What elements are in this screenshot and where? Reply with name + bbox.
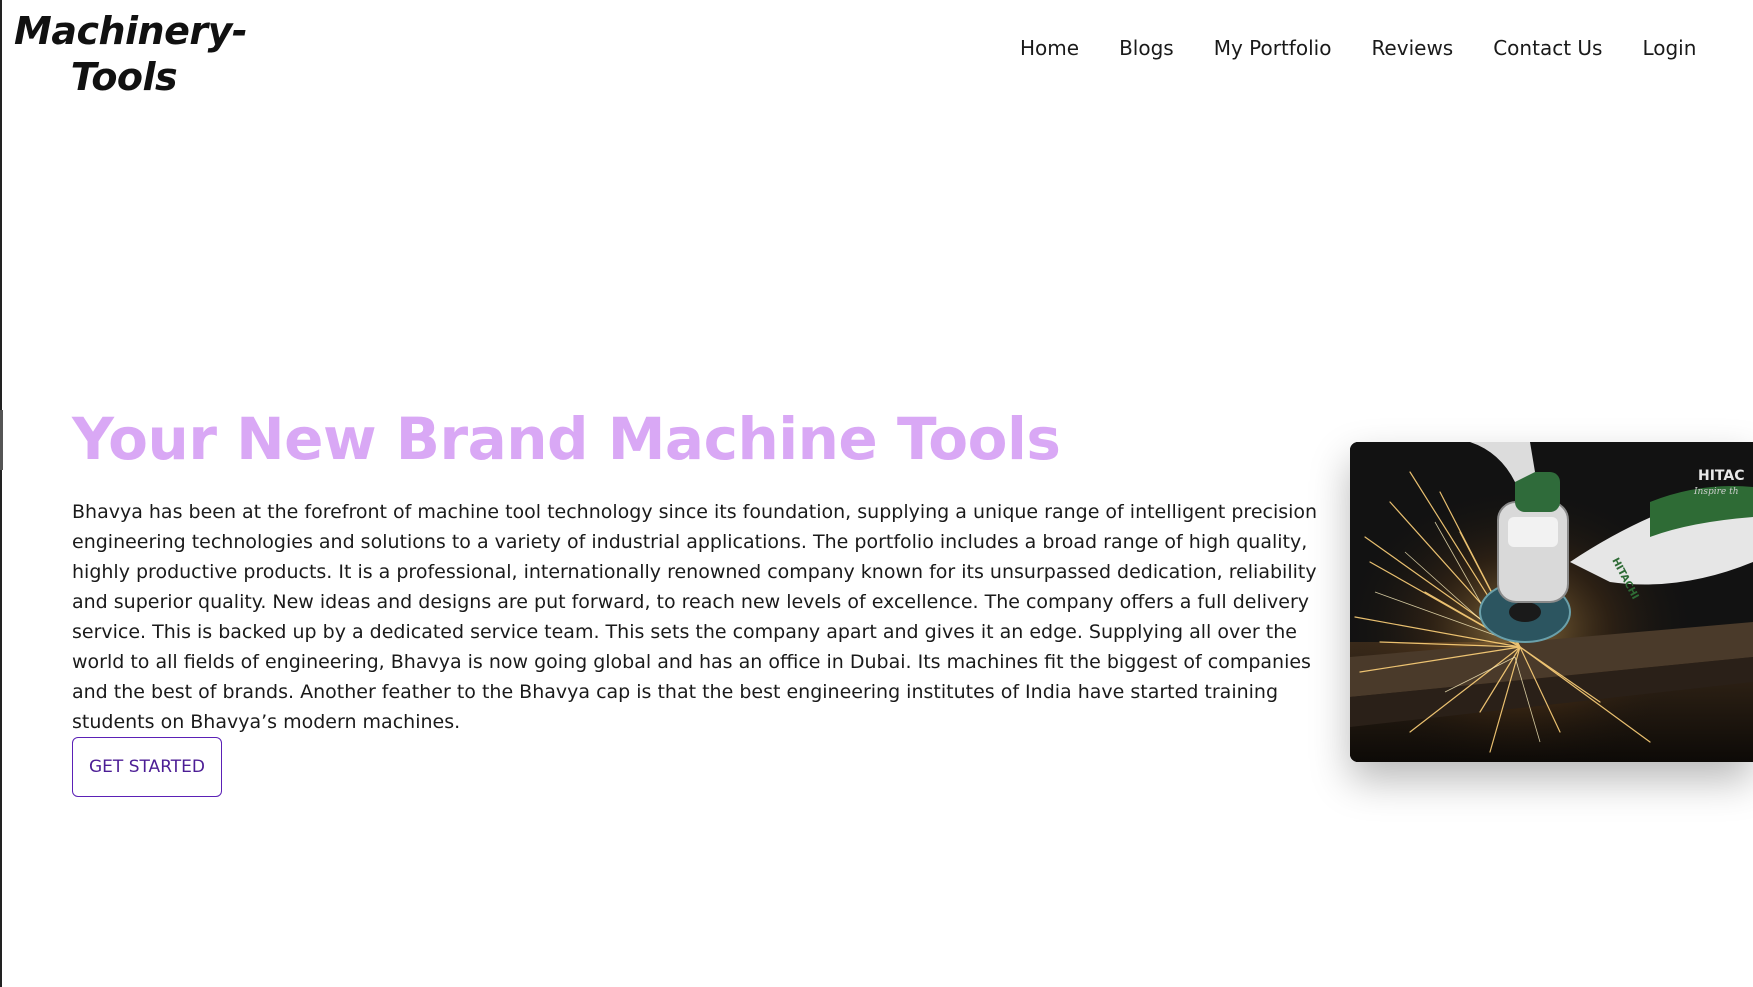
nav-blogs-link[interactable]: Blogs — [1119, 36, 1174, 60]
logo-line-1: Machinery- — [14, 9, 248, 53]
get-started-button[interactable]: GET STARTED — [72, 737, 222, 797]
image-tagline-text: Inspire th — [1693, 487, 1739, 497]
nav-home-link[interactable]: Home — [1020, 36, 1079, 60]
main-navigation: Home Blogs My Portfolio Reviews Contact … — [1020, 36, 1736, 60]
page-left-border — [0, 0, 2, 987]
hero-description: Bhavya has been at the forefront of mach… — [72, 501, 1318, 733]
site-logo[interactable]: Machinery- Tools — [14, 8, 248, 100]
nav-contact-link[interactable]: Contact Us — [1493, 36, 1602, 60]
scrollbar-thumb[interactable] — [0, 410, 3, 470]
nav-reviews-link[interactable]: Reviews — [1371, 36, 1453, 60]
hero-title: Your New Brand Machine Tools — [72, 405, 1061, 473]
nav-portfolio-link[interactable]: My Portfolio — [1214, 36, 1332, 60]
nav-login-link[interactable]: Login — [1642, 36, 1696, 60]
logo-line-2: Tools — [70, 55, 178, 99]
hero-image-angle-grinder: HITAC Inspire th HITACHI — [1350, 442, 1753, 762]
image-brand-text: HITAC — [1698, 468, 1745, 484]
